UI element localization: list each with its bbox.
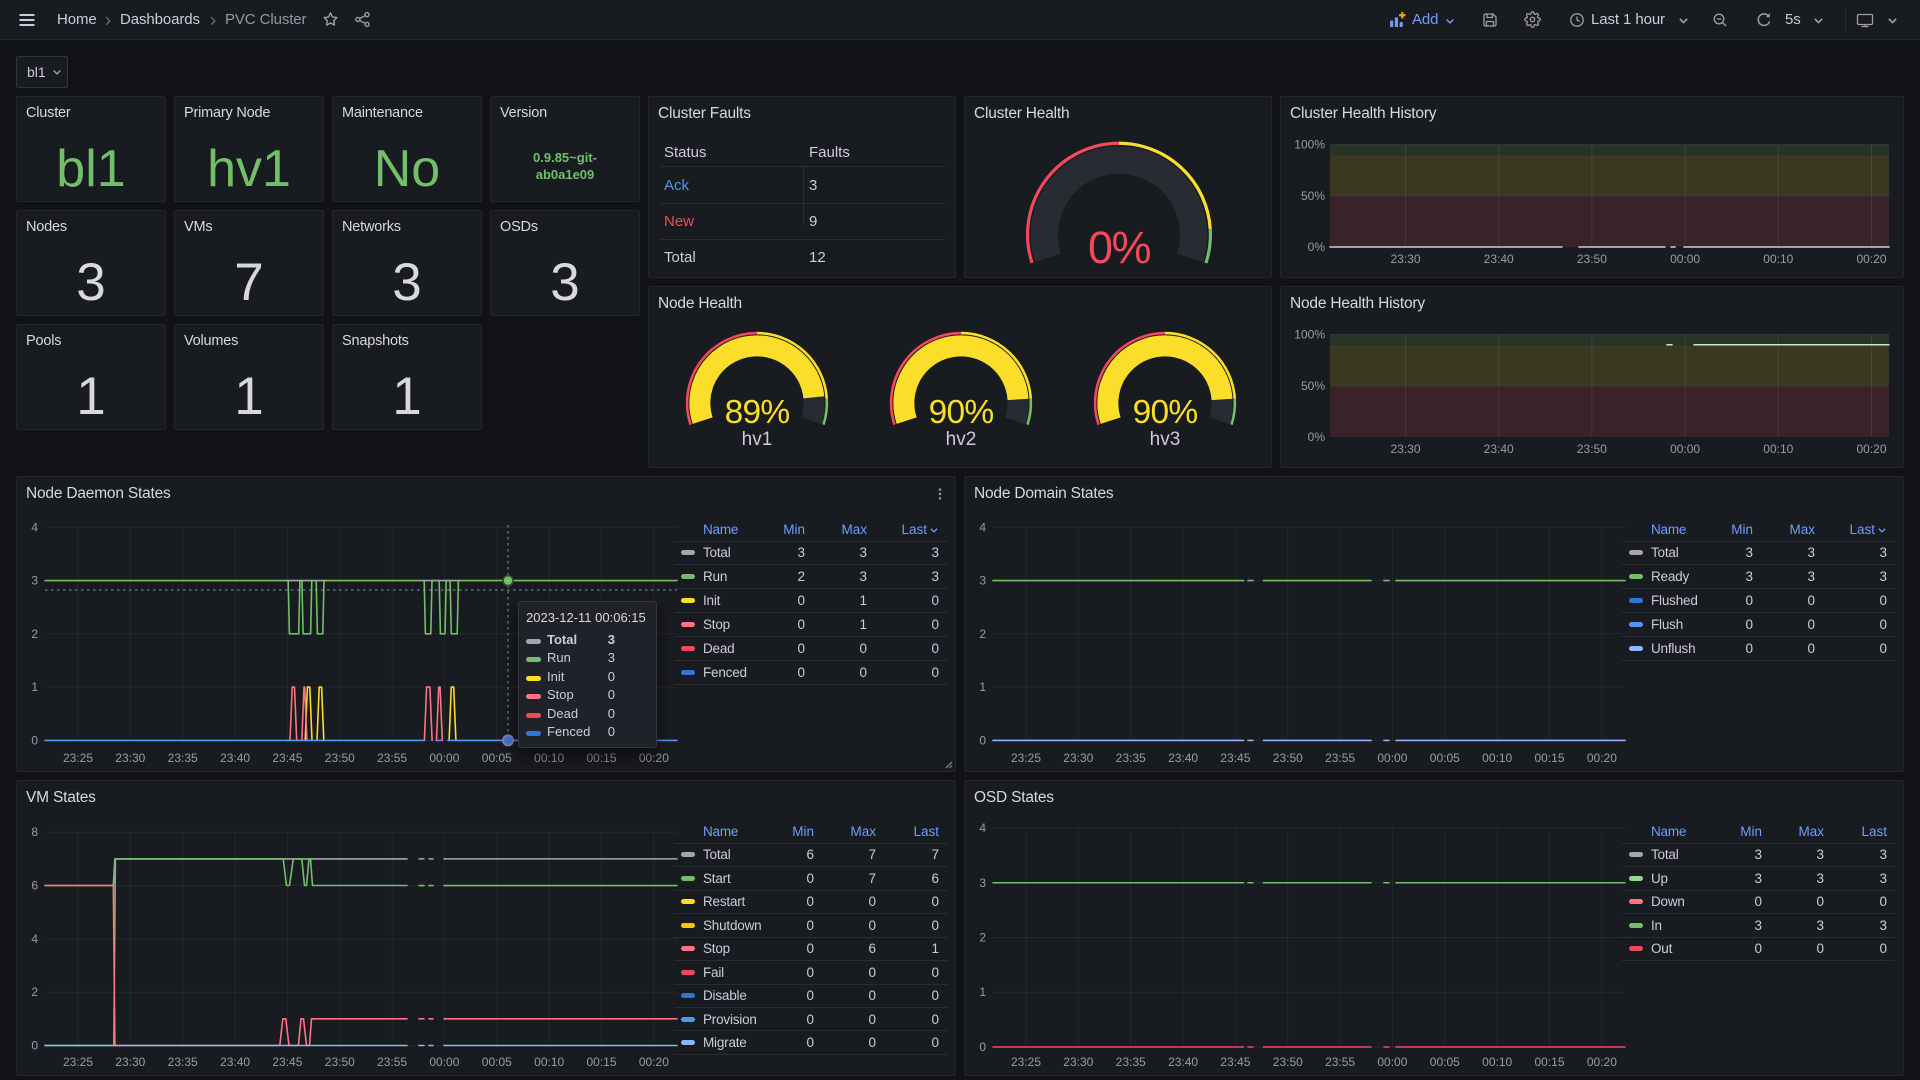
svg-text:23:35: 23:35 [1116,751,1146,765]
svg-text:23:45: 23:45 [272,1055,302,1069]
svg-text:23:25: 23:25 [63,751,93,765]
svg-text:00:05: 00:05 [1430,751,1460,765]
svg-text:23:50: 23:50 [325,1055,355,1069]
svg-text:00:00: 00:00 [1377,751,1407,765]
svg-text:23:25: 23:25 [1011,1055,1041,1069]
svg-text:00:20: 00:20 [1856,252,1886,266]
svg-text:23:30: 23:30 [115,1055,145,1069]
svg-text:00:15: 00:15 [586,751,616,765]
svg-text:hv1: hv1 [742,429,773,450]
svg-text:2: 2 [31,985,38,999]
svg-text:23:45: 23:45 [1220,1055,1250,1069]
svg-text:0: 0 [31,1039,38,1053]
svg-text:23:30: 23:30 [1063,1055,1093,1069]
svg-text:0%: 0% [1308,430,1326,444]
svg-text:90%: 90% [1133,394,1198,431]
svg-text:00:00: 00:00 [1670,252,1700,266]
svg-text:23:40: 23:40 [1168,1055,1198,1069]
svg-text:6: 6 [31,879,38,893]
svg-text:23:50: 23:50 [325,751,355,765]
svg-text:hv3: hv3 [1150,429,1181,450]
svg-text:00:20: 00:20 [639,1055,669,1069]
svg-text:00:20: 00:20 [1587,1055,1617,1069]
svg-text:89%: 89% [725,394,790,431]
svg-text:1: 1 [979,680,986,694]
svg-text:23:50: 23:50 [1273,751,1303,765]
svg-text:0%: 0% [1088,222,1151,273]
svg-text:0: 0 [31,733,38,747]
svg-text:23:50: 23:50 [1273,1055,1303,1069]
svg-text:100%: 100% [1294,138,1325,152]
svg-text:4: 4 [979,821,986,835]
svg-text:23:40: 23:40 [220,751,250,765]
svg-text:1: 1 [979,985,986,999]
svg-text:3: 3 [979,876,986,890]
svg-text:00:20: 00:20 [639,751,669,765]
svg-text:00:15: 00:15 [1534,751,1564,765]
svg-text:23:25: 23:25 [1011,751,1041,765]
svg-text:00:10: 00:10 [1763,252,1793,266]
svg-text:23:35: 23:35 [168,751,198,765]
svg-text:23:55: 23:55 [377,1055,407,1069]
svg-text:23:35: 23:35 [1116,1055,1146,1069]
svg-text:90%: 90% [929,394,994,431]
svg-text:00:00: 00:00 [1377,1055,1407,1069]
svg-text:00:05: 00:05 [1430,1055,1460,1069]
svg-text:00:00: 00:00 [429,1055,459,1069]
svg-text:100%: 100% [1294,328,1325,342]
svg-text:00:10: 00:10 [1763,442,1793,456]
svg-text:23:55: 23:55 [1325,751,1355,765]
svg-text:00:00: 00:00 [429,751,459,765]
svg-text:4: 4 [31,520,38,534]
svg-text:23:30: 23:30 [1390,252,1420,266]
svg-text:23:45: 23:45 [272,751,302,765]
svg-text:3: 3 [31,574,38,588]
svg-text:00:05: 00:05 [482,751,512,765]
svg-text:00:20: 00:20 [1856,442,1886,456]
svg-text:23:25: 23:25 [63,1055,93,1069]
svg-text:50%: 50% [1301,379,1325,393]
svg-text:23:45: 23:45 [1220,751,1250,765]
svg-text:23:30: 23:30 [115,751,145,765]
svg-text:00:10: 00:10 [1482,751,1512,765]
svg-text:23:40: 23:40 [1484,252,1514,266]
svg-text:00:10: 00:10 [1482,1055,1512,1069]
svg-text:00:05: 00:05 [482,1055,512,1069]
svg-text:23:30: 23:30 [1390,442,1420,456]
svg-text:23:55: 23:55 [1325,1055,1355,1069]
svg-text:0%: 0% [1308,240,1326,254]
svg-text:23:40: 23:40 [1484,442,1514,456]
svg-text:8: 8 [31,825,38,839]
svg-text:4: 4 [31,932,38,946]
svg-text:23:40: 23:40 [220,1055,250,1069]
svg-text:4: 4 [979,520,986,534]
svg-text:23:55: 23:55 [377,751,407,765]
svg-text:0: 0 [979,733,986,747]
svg-text:00:15: 00:15 [1534,1055,1564,1069]
svg-text:3: 3 [979,574,986,588]
svg-text:1: 1 [31,680,38,694]
svg-text:00:00: 00:00 [1670,442,1700,456]
svg-text:23:35: 23:35 [168,1055,198,1069]
svg-text:hv2: hv2 [946,429,977,450]
svg-text:2: 2 [979,627,986,641]
svg-text:0: 0 [979,1040,986,1054]
svg-text:00:20: 00:20 [1587,751,1617,765]
svg-text:23:40: 23:40 [1168,751,1198,765]
svg-text:00:10: 00:10 [534,1055,564,1069]
svg-text:2: 2 [31,627,38,641]
svg-text:2: 2 [979,931,986,945]
svg-text:23:30: 23:30 [1063,751,1093,765]
svg-text:23:50: 23:50 [1577,252,1607,266]
svg-text:23:50: 23:50 [1577,442,1607,456]
svg-text:00:10: 00:10 [534,751,564,765]
svg-text:00:15: 00:15 [586,1055,616,1069]
svg-text:50%: 50% [1301,189,1325,203]
